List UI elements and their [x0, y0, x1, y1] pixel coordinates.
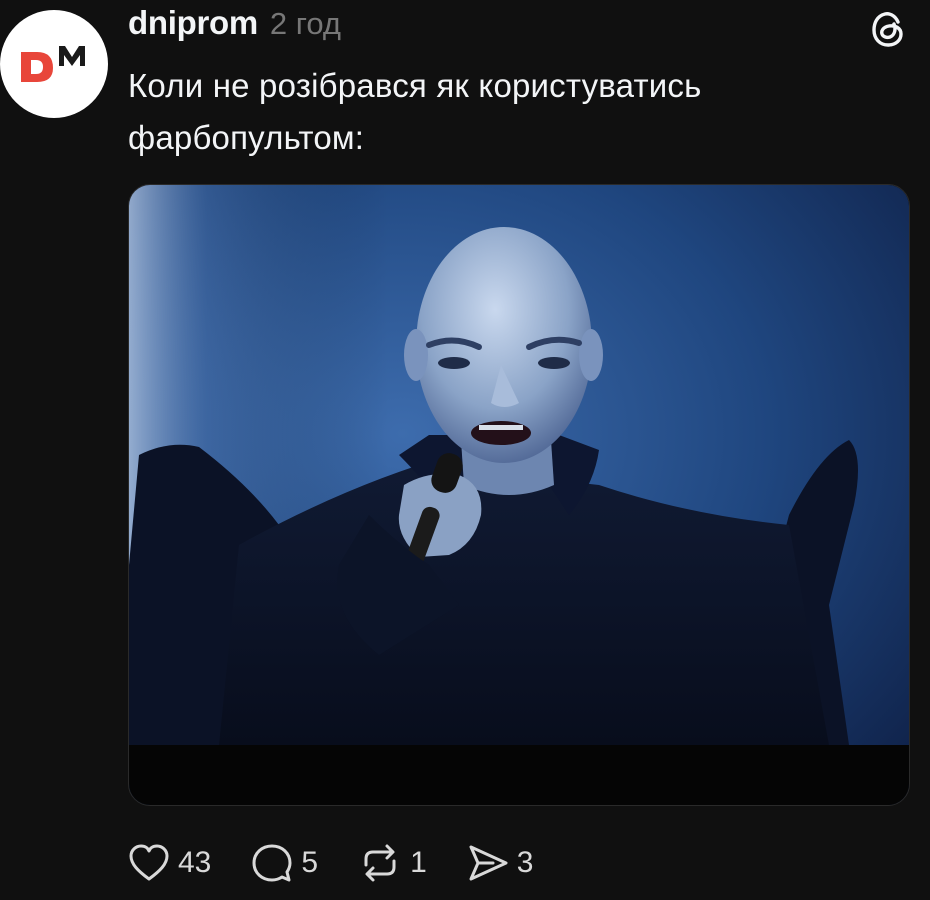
repost-icon — [364, 844, 396, 882]
post-body-text: Коли не розібрався як користуватись фарб… — [128, 67, 702, 156]
performer-photo[interactable] — [128, 184, 910, 806]
reply-count: 5 — [301, 846, 319, 879]
like-button[interactable]: 43 — [128, 843, 211, 883]
post-timestamp: 2 год — [269, 6, 342, 41]
share-count: 3 — [516, 846, 534, 879]
heart-icon — [129, 844, 169, 881]
author-name[interactable]: dniprom — [128, 4, 258, 42]
post-header: dniprom 2 год — [128, 4, 341, 54]
reply-button[interactable]: 5 — [251, 842, 318, 884]
post-actions: 43 5 1 3 — [128, 838, 573, 888]
dm-logo-icon — [19, 44, 89, 84]
comment-icon — [252, 844, 292, 882]
repost-button[interactable]: 1 — [358, 843, 427, 883]
threads-icon[interactable] — [868, 8, 910, 50]
avatar[interactable] — [0, 10, 108, 118]
send-icon — [469, 845, 508, 881]
repost-count: 1 — [410, 846, 427, 879]
share-button[interactable]: 3 — [467, 843, 534, 883]
threads-post: dniprom 2 год Коли не розібрався як кори… — [0, 0, 930, 900]
like-count: 43 — [178, 846, 212, 879]
